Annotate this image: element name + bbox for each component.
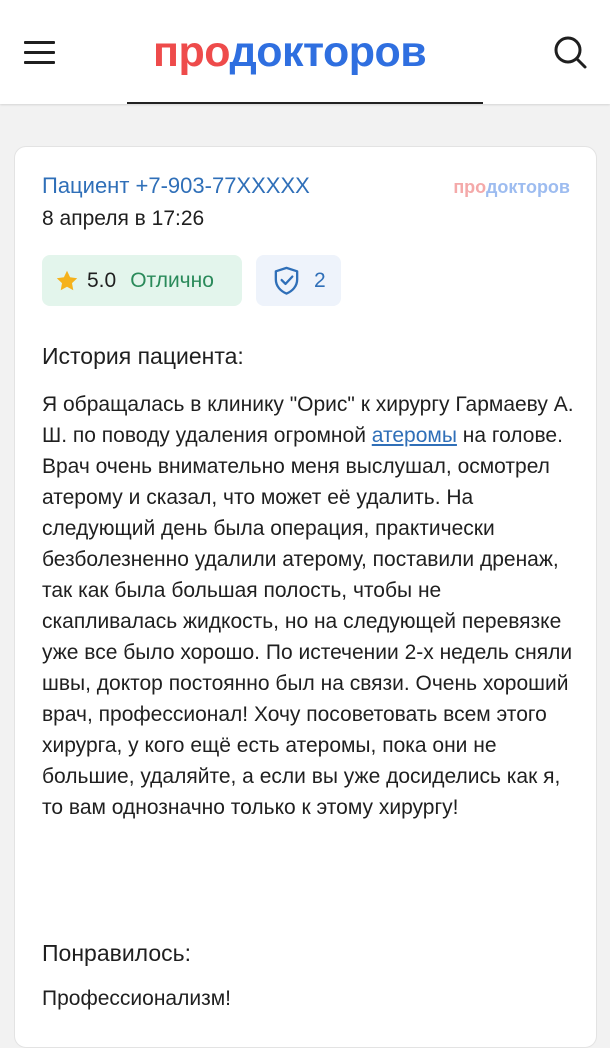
rating-value: 5.0 <box>87 268 117 292</box>
source-logo-part-blue: докторов <box>485 177 570 197</box>
story-heading: История пациента: <box>42 343 244 369</box>
star-icon <box>56 270 78 290</box>
review-author[interactable]: Пациент +7-903-77XXXXX <box>42 173 310 199</box>
story-text: Я обращалась в клинику "Орис" к хирургу … <box>42 389 578 823</box>
logo-part-blue: докторов <box>229 28 427 76</box>
liked-heading: Понравилось: <box>42 940 192 966</box>
review-date: 8 апреля в 17:26 <box>42 207 205 230</box>
verification-badge[interactable]: 2 <box>256 255 341 306</box>
rating-text: Отлично <box>130 268 214 292</box>
top-header: продокторов <box>0 0 610 104</box>
story-text-part2: на голове. Врач очень внимательно меня в… <box>42 424 573 819</box>
menu-icon[interactable] <box>24 38 55 66</box>
active-tab-indicator <box>127 102 483 104</box>
atheroma-link[interactable]: атеромы <box>372 424 457 447</box>
rating-badge: 5.0 Отлично <box>42 255 242 306</box>
site-logo[interactable]: продокторов <box>153 27 427 77</box>
search-icon[interactable] <box>552 34 588 70</box>
review-source-logo: продокторов <box>453 177 570 198</box>
verification-count: 2 <box>314 268 326 292</box>
liked-text: Профессионализм! <box>42 987 231 1010</box>
shield-check-icon <box>274 266 299 295</box>
source-logo-part-red: про <box>453 177 486 197</box>
review-card: Пациент +7-903-77XXXXX 8 апреля в 17:26 … <box>14 146 597 1048</box>
logo-part-red: про <box>153 28 230 76</box>
